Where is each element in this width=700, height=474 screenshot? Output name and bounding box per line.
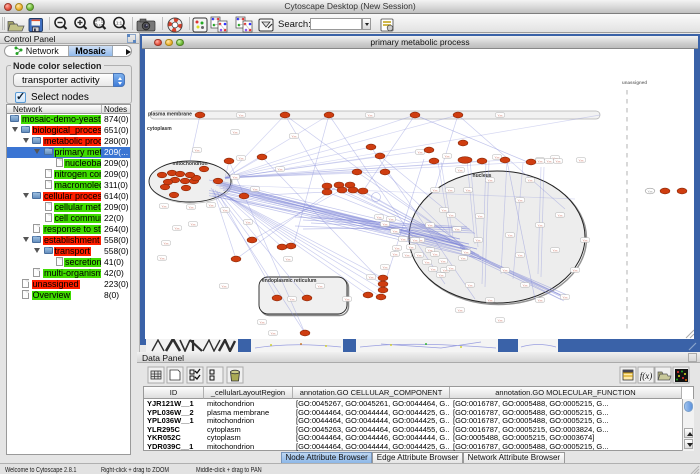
svg-text:Yxx: Yxx xyxy=(208,203,214,207)
svg-text:Yxx: Yxx xyxy=(194,148,200,152)
svg-text:Yxx: Yxx xyxy=(457,308,463,312)
svg-text:Yxx: Yxx xyxy=(376,215,382,219)
svg-text:Yxx: Yxx xyxy=(277,167,283,171)
svg-text:cytoplasm: cytoplasm xyxy=(147,126,172,132)
svg-text:mitochondrion: mitochondrion xyxy=(173,161,208,167)
svg-text:Yxx: Yxx xyxy=(537,159,543,163)
svg-text:Yxx: Yxx xyxy=(159,256,165,260)
svg-text:Yxx: Yxx xyxy=(457,168,463,172)
svg-text:Yxx: Yxx xyxy=(394,246,400,250)
svg-text:Yxx: Yxx xyxy=(367,113,373,117)
svg-text:Yxx: Yxx xyxy=(557,213,563,217)
svg-text:Yxx: Yxx xyxy=(527,178,533,182)
svg-text:Yxx: Yxx xyxy=(430,267,436,271)
svg-text:Yxx: Yxx xyxy=(432,252,438,256)
svg-text:Yxx: Yxx xyxy=(222,208,228,212)
svg-text:Yxx: Yxx xyxy=(289,297,295,301)
svg-text:Yxx: Yxx xyxy=(497,113,503,117)
svg-text:Yxx: Yxx xyxy=(416,253,422,257)
svg-text:Yxx: Yxx xyxy=(382,222,388,226)
svg-text:Yxx: Yxx xyxy=(392,252,398,256)
svg-text:Yxx: Yxx xyxy=(344,297,350,301)
svg-text:Yxx: Yxx xyxy=(454,227,460,231)
svg-text:Yxx: Yxx xyxy=(427,223,433,227)
svg-text:Yxx: Yxx xyxy=(467,283,473,287)
svg-text:Yxx: Yxx xyxy=(552,248,558,252)
svg-text:Yxx: Yxx xyxy=(441,208,447,212)
svg-text:Yxx: Yxx xyxy=(161,204,167,208)
svg-text:Yxx: Yxx xyxy=(578,158,584,162)
svg-text:1:1: 1:1 xyxy=(116,21,123,26)
svg-text:Yxx: Yxx xyxy=(190,222,196,226)
svg-text:Yxx: Yxx xyxy=(475,238,481,242)
svg-text:Yxx: Yxx xyxy=(487,298,493,302)
svg-text:endoplasmic reticulum: endoplasmic reticulum xyxy=(262,278,317,284)
svg-text:Yxx: Yxx xyxy=(238,156,244,160)
svg-text:Yxx: Yxx xyxy=(188,205,194,209)
svg-text:Yxx: Yxx xyxy=(432,188,438,192)
svg-text:Yxx: Yxx xyxy=(562,295,568,299)
svg-text:Yxx: Yxx xyxy=(465,188,471,192)
svg-text:Yxx: Yxx xyxy=(487,178,493,182)
svg-text:Yxx: Yxx xyxy=(245,220,251,224)
svg-text:Yxx: Yxx xyxy=(517,198,523,202)
svg-text:Yxx: Yxx xyxy=(400,237,406,241)
svg-text:Yxx: Yxx xyxy=(417,150,423,154)
svg-text:Yxx: Yxx xyxy=(291,134,297,138)
svg-text:Yxx: Yxx xyxy=(460,256,466,260)
svg-text:Yxx: Yxx xyxy=(174,226,180,230)
svg-text:Yxx: Yxx xyxy=(572,268,578,272)
svg-text:Yxx: Yxx xyxy=(238,113,244,117)
svg-text:Yxx: Yxx xyxy=(368,275,374,279)
svg-text:nucleus: nucleus xyxy=(473,173,492,179)
svg-text:Yxx: Yxx xyxy=(447,188,453,192)
svg-text:Yxx: Yxx xyxy=(317,284,323,288)
svg-text:Yxx: Yxx xyxy=(232,130,238,134)
svg-text:Yxx: Yxx xyxy=(546,159,552,163)
svg-text:Yxx: Yxx xyxy=(440,259,446,263)
svg-text:f(x): f(x) xyxy=(640,371,653,381)
svg-text:Yxx: Yxx xyxy=(382,265,388,269)
svg-text:Yxx: Yxx xyxy=(270,331,276,335)
svg-text:Yxx: Yxx xyxy=(477,214,483,218)
svg-text:Yxx: Yxx xyxy=(424,260,430,264)
svg-text:Yxx: Yxx xyxy=(502,268,508,272)
svg-text:Yxx: Yxx xyxy=(582,238,588,242)
svg-text:Yxx: Yxx xyxy=(404,253,410,257)
svg-text:Yxx: Yxx xyxy=(537,298,543,302)
svg-text:Yxx: Yxx xyxy=(408,245,414,249)
svg-text:Yxx: Yxx xyxy=(163,241,169,245)
svg-text:Yxx: Yxx xyxy=(497,318,503,322)
svg-text:Yxx: Yxx xyxy=(517,253,523,257)
svg-text:Yxx: Yxx xyxy=(448,266,454,270)
svg-text:Yxx: Yxx xyxy=(252,187,258,191)
svg-text:Yxx: Yxx xyxy=(494,155,500,159)
svg-text:Yxx: Yxx xyxy=(438,273,444,277)
svg-text:Yxx: Yxx xyxy=(392,229,398,233)
svg-text:Yxx: Yxx xyxy=(555,159,561,163)
svg-text:Yxx: Yxx xyxy=(444,154,450,158)
svg-text:Yxx: Yxx xyxy=(259,320,265,324)
svg-text:Yxx: Yxx xyxy=(522,283,528,287)
svg-text:Yxx: Yxx xyxy=(507,233,513,237)
svg-text:Yxx: Yxx xyxy=(647,190,653,194)
svg-text:plasma membrane: plasma membrane xyxy=(148,112,192,118)
svg-text:Yxx: Yxx xyxy=(232,175,238,179)
svg-text:Yxx: Yxx xyxy=(388,217,394,221)
svg-text:Yxx: Yxx xyxy=(537,223,543,227)
svg-text:Yxx: Yxx xyxy=(285,257,291,261)
svg-text:unassigned: unassigned xyxy=(622,80,647,85)
svg-text:Yxx: Yxx xyxy=(463,250,469,254)
svg-text:Yxx: Yxx xyxy=(448,213,454,217)
svg-text:Yxx: Yxx xyxy=(221,284,227,288)
svg-text:Yxx: Yxx xyxy=(412,238,418,242)
